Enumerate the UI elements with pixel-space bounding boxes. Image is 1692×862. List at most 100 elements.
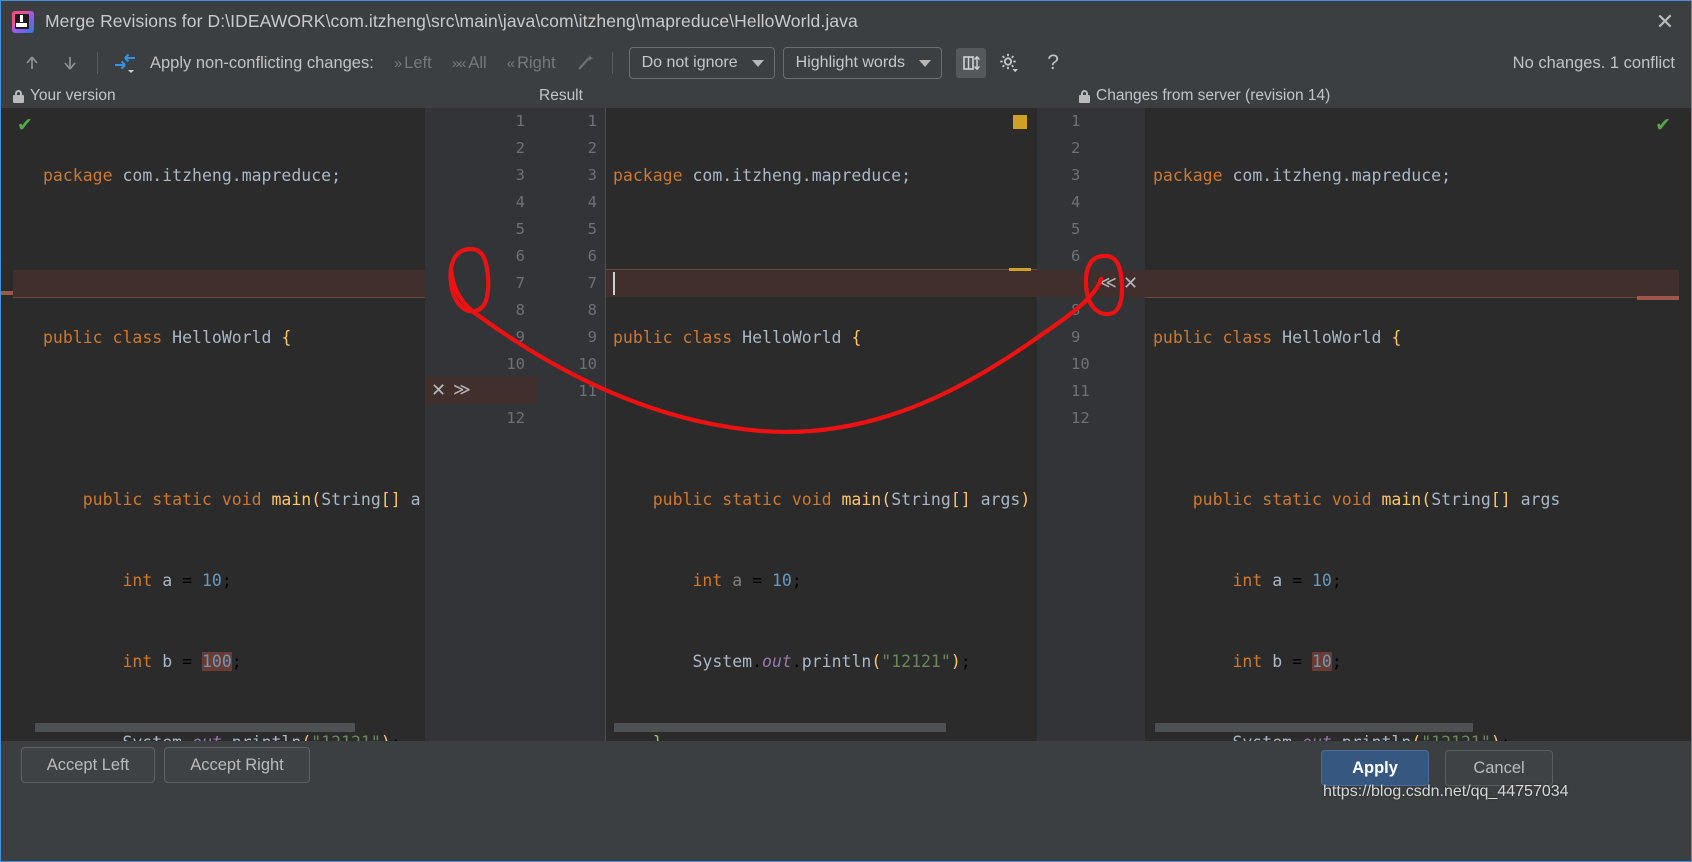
result-editor[interactable]: package com.itzheng.mapreduce; public cl…: [606, 108, 1037, 741]
line-number: 6: [1071, 243, 1080, 270]
code-row: public class HelloWorld {: [1153, 324, 1560, 351]
line-number: 8: [1071, 297, 1080, 324]
left-code[interactable]: package com.itzheng.mapreduce; public cl…: [43, 108, 421, 741]
chevron-both-icon: »«: [452, 55, 465, 72]
code-row: int b = 100;: [43, 648, 421, 675]
chevron-down-icon: [752, 60, 764, 67]
center-result-line-numbers: 1 2 3 4 5 6 7 8 9 10 11: [537, 108, 609, 741]
code-row: [613, 243, 1030, 270]
code-row: public class HelloWorld {: [43, 324, 421, 351]
right-horizontal-scrollbar[interactable]: [1155, 723, 1473, 732]
line-number: 8: [516, 297, 525, 324]
line-number: 12: [1071, 405, 1090, 432]
accept-left-button[interactable]: Accept Left: [21, 747, 155, 783]
apply-left-button[interactable]: » Left: [394, 54, 432, 73]
revert-left-conflict-button[interactable]: ✕: [431, 377, 446, 404]
line-number: 11: [1071, 378, 1090, 405]
line-number: 9: [1071, 324, 1080, 351]
arrow-down-icon[interactable]: [53, 46, 87, 80]
editors-area: ✔ package com.itzheng.mapreduce; public …: [1, 108, 1692, 741]
right-pane-title: Changes from server (revision 14): [1096, 87, 1330, 105]
lock-icon-2: [1079, 90, 1090, 103]
line-number: 4: [516, 189, 525, 216]
line-number: 6: [588, 243, 597, 270]
chevron-left-double-icon: «: [507, 55, 513, 72]
line-number: 4: [588, 189, 597, 216]
code-row: [43, 243, 421, 270]
line-number: 11: [578, 378, 597, 405]
line-number: 8: [588, 297, 597, 324]
result-code[interactable]: package com.itzheng.mapreduce; public cl…: [613, 108, 1030, 741]
line-number: 2: [516, 135, 525, 162]
line-number: 12: [506, 405, 525, 432]
line-number: 10: [1071, 351, 1090, 378]
code-row: int a = 10;: [1153, 567, 1560, 594]
revert-right-conflict-button[interactable]: ✕: [1123, 270, 1138, 297]
line-number: 10: [506, 351, 525, 378]
ignore-policy-value: Do not ignore: [642, 54, 738, 72]
accept-right-button[interactable]: Accept Right: [164, 747, 310, 783]
line-number: 5: [516, 216, 525, 243]
right-editor[interactable]: ✔ package com.itzheng.mapreduce; public …: [1145, 108, 1679, 741]
cancel-button[interactable]: Cancel: [1445, 750, 1553, 786]
left-pane-header: Your version: [13, 84, 116, 108]
line-number: 1: [1071, 108, 1080, 135]
line-number: 2: [1071, 135, 1080, 162]
left-pane-title: Your version: [30, 87, 116, 105]
line-number: 5: [1071, 216, 1080, 243]
chevron-right-double-icon: »: [394, 55, 400, 72]
line-number: 3: [1071, 162, 1080, 189]
code-row: System.out.println("12121");: [613, 648, 1030, 675]
close-icon[interactable]: ✕: [1637, 1, 1692, 42]
dialog-footer: Accept Left Accept Right Apply Cancel ht…: [1, 741, 1692, 861]
watermark-url: https://blog.csdn.net/qq_44757034: [1323, 783, 1569, 801]
line-number: 9: [588, 324, 597, 351]
result-horizontal-scrollbar[interactable]: [614, 723, 946, 732]
line-number: 1: [588, 108, 597, 135]
code-row: int a = 10;: [43, 567, 421, 594]
line-number: 6: [516, 243, 525, 270]
gear-icon[interactable]: [994, 48, 1024, 78]
chevron-down-icon-2: [919, 60, 931, 67]
right-ok-check-icon: ✔: [1655, 116, 1671, 135]
right-change-marker-strip[interactable]: [1679, 108, 1691, 741]
line-number: 2: [588, 135, 597, 162]
code-row: package com.itzheng.mapreduce;: [1153, 162, 1560, 189]
line-number: 5: [588, 216, 597, 243]
magic-resolve-icon[interactable]: [568, 46, 602, 80]
code-row: package com.itzheng.mapreduce;: [43, 162, 421, 189]
help-icon[interactable]: ?: [1038, 48, 1068, 78]
code-row: int a = 10;: [613, 567, 1030, 594]
code-row: [613, 405, 1030, 432]
code-row: public static void main(String[] args: [1153, 486, 1560, 513]
apply-all-button[interactable]: »« All: [452, 54, 487, 73]
intellij-idea-icon: [12, 11, 34, 33]
line-number: 9: [516, 324, 525, 351]
line-number: 4: [1071, 189, 1080, 216]
center-pane-header: Result: [539, 84, 583, 108]
ignore-policy-select[interactable]: Do not ignore: [629, 47, 775, 79]
highlight-policy-select[interactable]: Highlight words: [783, 47, 942, 79]
apply-right-button[interactable]: « Right: [507, 54, 556, 73]
accept-right-conflict-button[interactable]: ≪: [1099, 270, 1114, 297]
apply-left-label: Left: [404, 54, 432, 73]
apply-changes-label: Apply non-conflicting changes:: [150, 54, 374, 73]
apply-button[interactable]: Apply: [1321, 750, 1429, 786]
code-row: [43, 405, 421, 432]
left-change-marker-strip[interactable]: [1, 108, 13, 741]
arrow-up-icon[interactable]: [15, 46, 49, 80]
code-row: [1153, 243, 1560, 270]
apply-all-non-conflicting-icon[interactable]: [108, 46, 142, 80]
window-title: Merge Revisions for D:\IDEAWORK\com.itzh…: [45, 11, 1637, 32]
left-conflict-marker[interactable]: [1, 291, 13, 295]
code-row: [1153, 405, 1560, 432]
right-code[interactable]: package com.itzheng.mapreduce; public cl…: [1153, 108, 1560, 741]
left-horizontal-scrollbar[interactable]: [35, 723, 355, 732]
code-row: public class HelloWorld {: [613, 324, 1030, 351]
merge-revisions-dialog: Merge Revisions for D:\IDEAWORK\com.itzh…: [0, 0, 1692, 862]
line-number: 3: [516, 162, 525, 189]
accept-left-conflict-button[interactable]: ≫: [453, 377, 468, 404]
right-conflict-edge-marker[interactable]: [1637, 296, 1679, 300]
collapse-unchanged-fragments-icon[interactable]: [956, 48, 986, 78]
left-editor[interactable]: ✔ package com.itzheng.mapreduce; public …: [13, 108, 425, 741]
